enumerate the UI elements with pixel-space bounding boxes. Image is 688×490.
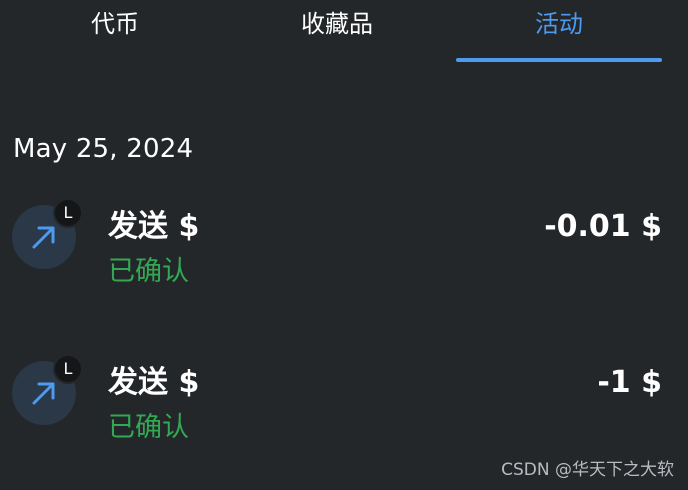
transaction-row[interactable]: L 发送 $ 已确认 -0.01 $	[0, 190, 688, 300]
transaction-amount: -1 $	[597, 365, 662, 400]
transaction-status: 已确认	[108, 412, 189, 443]
active-tab-indicator	[456, 58, 662, 62]
watermark-text: CSDN @华天下之大软	[501, 460, 674, 480]
tab-collectibles[interactable]: 收藏品	[236, 0, 438, 62]
transaction-row[interactable]: L 发送 $ 已确认 -1 $	[0, 346, 688, 456]
network-badge: L	[53, 198, 83, 228]
transaction-amount: -0.01 $	[544, 209, 662, 244]
tab-bar: 代币 收藏品 活动	[0, 0, 688, 64]
transaction-status: 已确认	[108, 256, 189, 287]
activity-date-header: May 25, 2024	[13, 134, 194, 164]
tab-activity[interactable]: 活动	[456, 0, 662, 62]
tab-tokens[interactable]: 代币	[14, 0, 216, 62]
network-badge: L	[53, 354, 83, 384]
transaction-title: 发送 $	[108, 209, 200, 244]
transaction-title: 发送 $	[108, 365, 200, 400]
